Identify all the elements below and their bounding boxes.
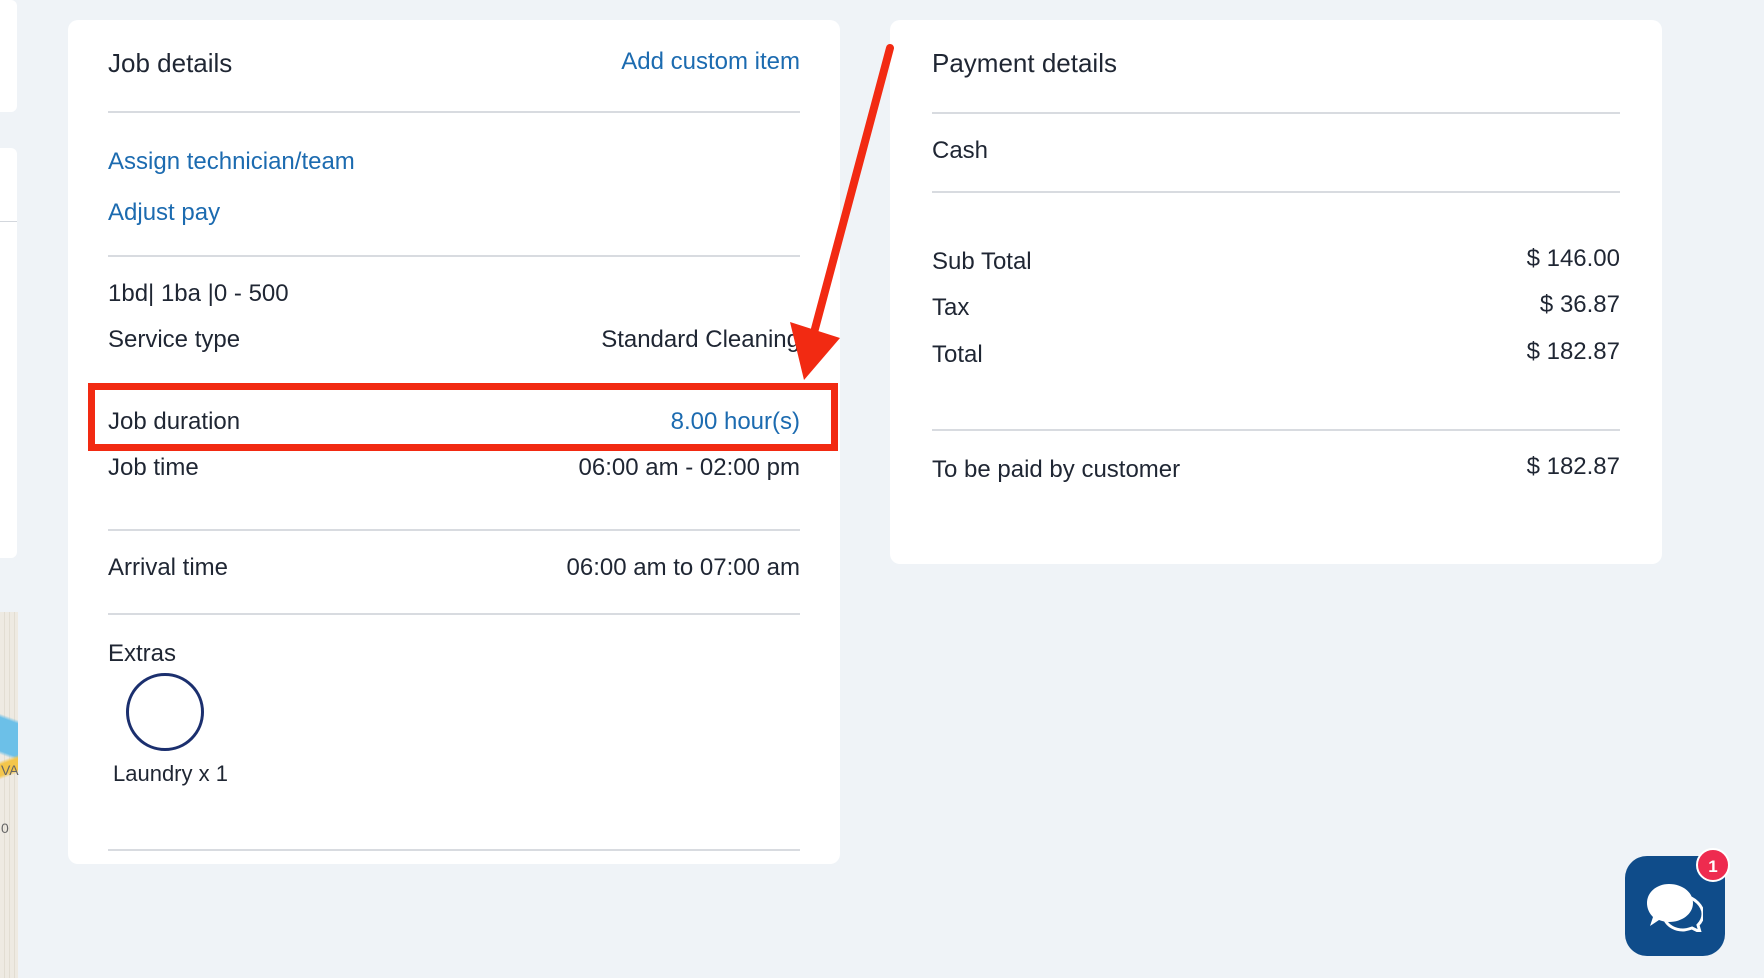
assign-technician-link[interactable]: Assign technician/team: [108, 148, 355, 176]
divider: [932, 429, 1620, 431]
service-type-label: Service type: [108, 326, 241, 353]
extra-item-name: Laundry x 1: [113, 761, 228, 786]
arrival-time-label: Arrival time: [108, 554, 229, 581]
to-be-paid-label: To be paid by customer: [932, 456, 1181, 483]
map-label: VA: [1, 762, 19, 778]
arrival-time-value: 06:00 am to 07:00 am: [566, 554, 800, 581]
property-summary: 1bd| 1ba |0 - 500: [108, 280, 289, 307]
partial-left-card: [0, 0, 17, 112]
chat-bubbles-icon: [1647, 884, 1703, 932]
total-label: Total: [932, 341, 983, 368]
divider: [0, 221, 17, 222]
divider: [108, 849, 800, 851]
payment-details-card: Payment details Cash Sub Total $ 146.00 …: [890, 20, 1662, 564]
total-value: $ 182.87: [1526, 338, 1620, 365]
divider: [932, 112, 1620, 114]
divider: [108, 613, 800, 615]
divider: [932, 191, 1620, 193]
payment-method: Cash: [932, 137, 989, 164]
job-time-value: 06:00 am - 02:00 pm: [578, 454, 800, 481]
sub-total-label: Sub Total: [932, 248, 1032, 275]
annotation-arrow: [790, 44, 894, 380]
divider: [108, 255, 800, 257]
extra-item-icon[interactable]: [126, 673, 204, 751]
divider: [108, 529, 800, 531]
partial-left-card: [0, 148, 17, 558]
sub-total-value: $ 146.00: [1526, 245, 1620, 272]
payment-details-title: Payment details: [932, 48, 1117, 78]
job-details-title: Job details: [108, 48, 233, 78]
divider: [108, 111, 800, 113]
tax-label: Tax: [932, 294, 970, 321]
extras-label: Extras: [108, 640, 177, 667]
job-time-label: Job time: [108, 454, 199, 481]
chat-notification-badge: 1: [1696, 848, 1730, 882]
map-label: 0: [1, 820, 9, 836]
highlight-box: [88, 383, 838, 451]
tax-value: $ 36.87: [1539, 291, 1620, 318]
to-be-paid-value: $ 182.87: [1526, 453, 1620, 480]
partial-map[interactable]: VA 0: [0, 612, 19, 978]
adjust-pay-link[interactable]: Adjust pay: [108, 199, 220, 227]
